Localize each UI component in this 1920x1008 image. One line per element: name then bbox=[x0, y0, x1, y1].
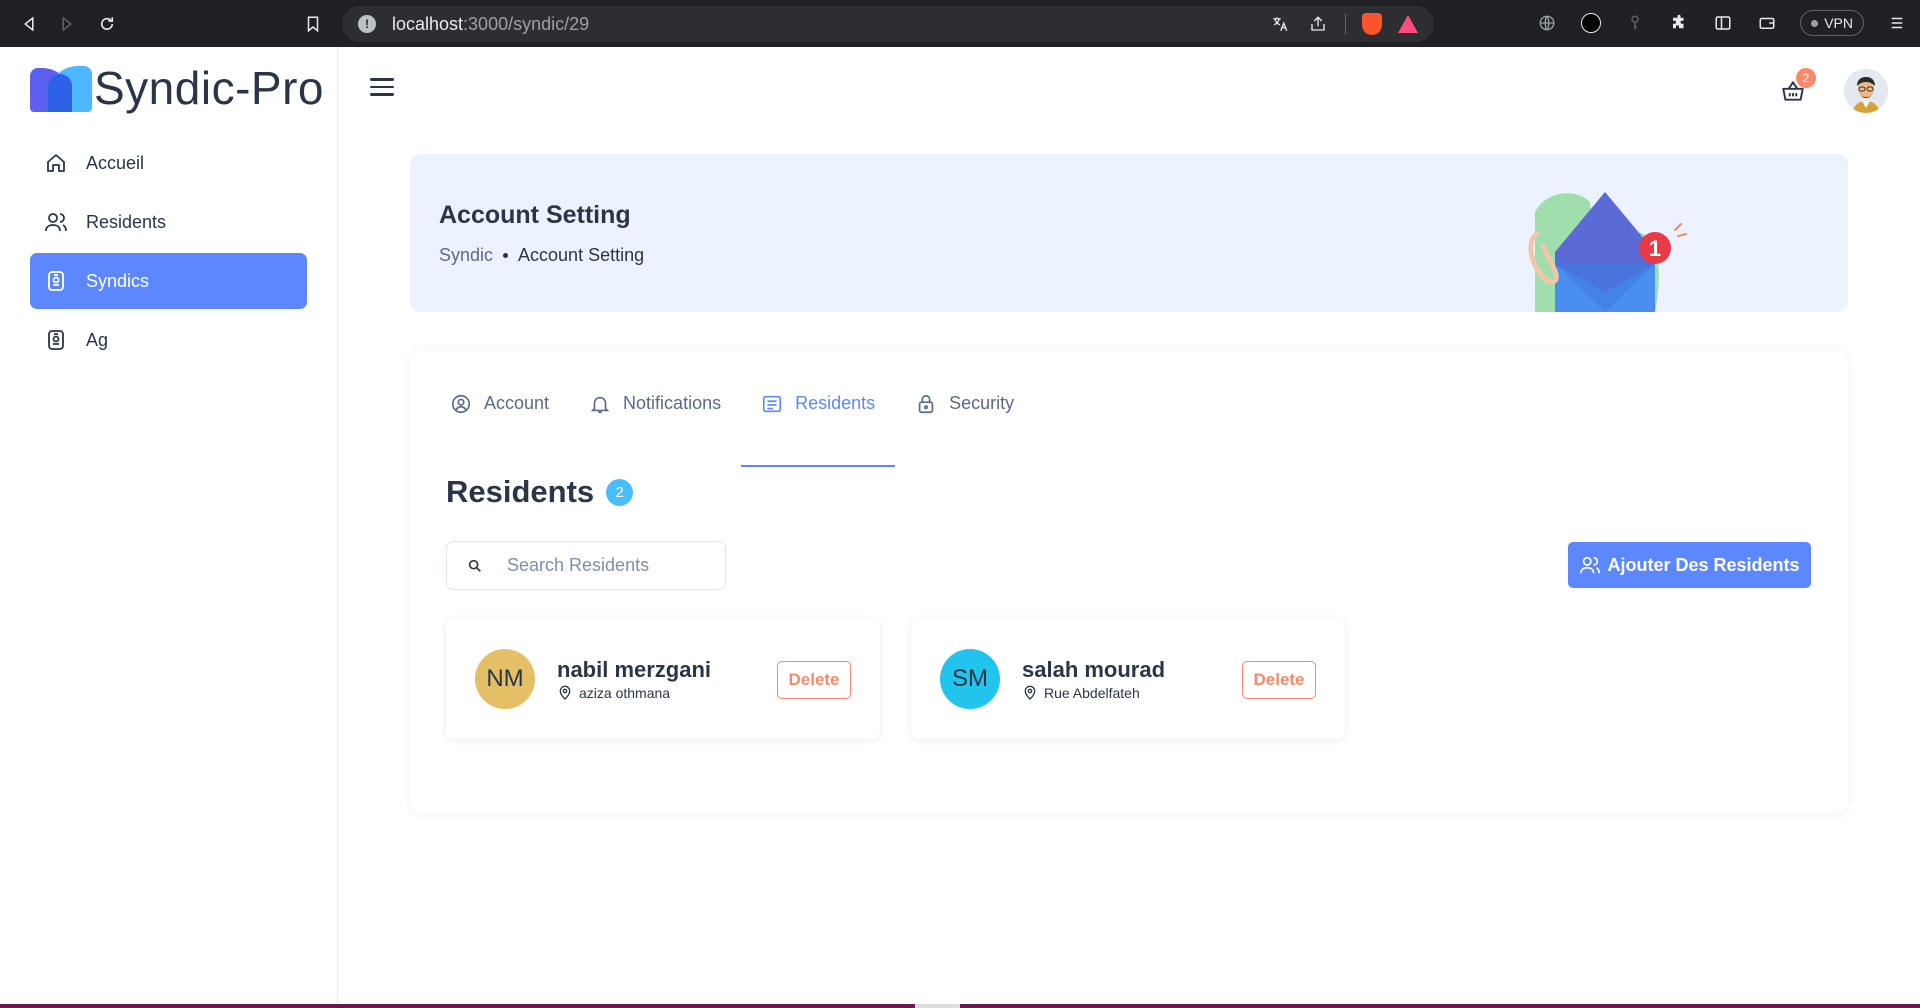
resident-name: nabil merzgani bbox=[557, 657, 712, 682]
sidebar-item-residents[interactable]: Residents bbox=[30, 194, 307, 250]
residents-heading: Residents 2 bbox=[446, 474, 634, 510]
scroll-thumb[interactable] bbox=[915, 1004, 960, 1008]
search-input[interactable] bbox=[507, 555, 707, 576]
envelope-badge-number: 1 bbox=[1649, 236, 1661, 261]
residents-title: Residents bbox=[446, 474, 595, 509]
forward-icon[interactable] bbox=[54, 11, 80, 37]
search-icon bbox=[468, 559, 481, 572]
sidebar-item-label: Syndics bbox=[86, 270, 150, 291]
tab-account[interactable]: Account bbox=[430, 381, 569, 467]
resident-avatar: NM bbox=[475, 649, 535, 709]
logo-text: Syndic-Pro bbox=[94, 62, 324, 114]
user-avatar[interactable] bbox=[1844, 69, 1888, 113]
bell-icon bbox=[590, 396, 610, 414]
sidebar-menu: Accueil Residents Syndics Ag bbox=[30, 135, 307, 371]
browser-menu-icon[interactable] bbox=[1886, 12, 1908, 34]
resident-avatar: SM bbox=[940, 649, 1000, 709]
cart-count-badge: 2 bbox=[1796, 68, 1816, 88]
settings-tabs: Account Notifications Residents Security bbox=[430, 381, 1034, 467]
sidebar-item-ag[interactable]: Ag bbox=[30, 312, 307, 368]
brave-rewards-icon[interactable] bbox=[1398, 15, 1418, 33]
page-header-banner: Account Setting Syndic Account Setting 1 bbox=[410, 154, 1848, 312]
settings-card: Account Notifications Residents Security… bbox=[410, 351, 1848, 813]
breadcrumb: Syndic Account Setting bbox=[439, 245, 644, 266]
breadcrumb-separator bbox=[503, 253, 509, 258]
browser-toolbar: ! localhost:3000/syndic/29 VPN bbox=[0, 0, 1920, 47]
search-box[interactable] bbox=[446, 541, 726, 590]
brave-shields-icon[interactable] bbox=[1362, 13, 1382, 35]
globe-icon[interactable] bbox=[1536, 12, 1558, 34]
sidebar-item-label: Accueil bbox=[86, 152, 145, 173]
delete-button[interactable]: Delete bbox=[1242, 661, 1316, 699]
sidebar-item-accueil[interactable]: Accueil bbox=[30, 135, 307, 191]
add-residents-button[interactable]: Ajouter Des Residents bbox=[1568, 542, 1811, 588]
key-icon[interactable] bbox=[1624, 12, 1646, 34]
extension-logo-icon[interactable] bbox=[1580, 12, 1602, 34]
sidebar-item-label: Residents bbox=[86, 211, 167, 232]
badge-icon bbox=[48, 271, 64, 291]
sidebar-item-syndics[interactable]: Syndics bbox=[30, 253, 307, 309]
tab-notifications[interactable]: Notifications bbox=[569, 381, 741, 467]
tab-label: Notifications bbox=[623, 393, 722, 413]
badge-icon bbox=[48, 330, 64, 350]
breadcrumb-item-current: Account Setting bbox=[518, 245, 645, 265]
resident-name: salah mourad bbox=[1022, 657, 1166, 682]
home-icon bbox=[47, 154, 65, 172]
user-circle-icon bbox=[451, 394, 471, 414]
logo-mark-icon bbox=[30, 64, 92, 112]
sidebar-item-label: Ag bbox=[86, 329, 109, 350]
list-icon bbox=[763, 395, 782, 413]
extensions-puzzle-icon[interactable] bbox=[1668, 12, 1690, 34]
tab-residents[interactable]: Residents bbox=[741, 381, 896, 467]
map-pin-icon bbox=[559, 685, 571, 700]
page-title: Account Setting bbox=[439, 201, 631, 229]
bookmark-icon[interactable] bbox=[300, 11, 326, 37]
sidebar-toggle-icon[interactable] bbox=[1712, 12, 1734, 34]
vpn-button[interactable]: VPN bbox=[1800, 10, 1864, 36]
resident-card: NM nabil merzgani aziza othmana Delete bbox=[446, 619, 880, 739]
address-bar[interactable]: ! localhost:3000/syndic/29 bbox=[342, 6, 1434, 42]
wallet-icon[interactable] bbox=[1756, 12, 1778, 34]
tab-label: Residents bbox=[795, 393, 876, 413]
users-icon bbox=[45, 213, 67, 232]
url-text: localhost:3000/syndic/29 bbox=[392, 13, 590, 34]
tab-label: Security bbox=[949, 393, 1015, 413]
vpn-status-dot bbox=[1811, 19, 1819, 27]
resident-location: aziza othmana bbox=[557, 685, 670, 701]
lock-icon bbox=[918, 394, 934, 414]
users-icon bbox=[1580, 556, 1601, 574]
reload-icon[interactable] bbox=[94, 11, 120, 37]
menu-toggle-icon[interactable] bbox=[370, 78, 394, 102]
resident-location-text: Rue Abdelfateh bbox=[1044, 685, 1140, 701]
residents-count-badge: 2 bbox=[606, 478, 634, 506]
resident-location: Rue Abdelfateh bbox=[1022, 685, 1140, 701]
back-icon[interactable] bbox=[16, 11, 42, 37]
envelope-illustration: 1 bbox=[1495, 172, 1715, 312]
share-icon[interactable] bbox=[1307, 13, 1329, 35]
sidebar: Syndic-Pro Accueil Residents Syndics Ag bbox=[0, 47, 338, 1008]
map-pin-icon bbox=[1024, 685, 1036, 700]
app-logo[interactable]: Syndic-Pro bbox=[30, 61, 324, 115]
window-bottom-border bbox=[0, 1004, 1920, 1008]
add-residents-label: Ajouter Des Residents bbox=[1607, 554, 1800, 575]
site-info-icon[interactable]: ! bbox=[358, 15, 376, 33]
resident-location-text: aziza othmana bbox=[579, 685, 671, 701]
tab-label: Account bbox=[484, 393, 550, 413]
tab-security[interactable]: Security bbox=[895, 381, 1034, 467]
delete-button[interactable]: Delete bbox=[777, 661, 851, 699]
breadcrumb-item-syndic[interactable]: Syndic bbox=[439, 245, 493, 266]
resident-card: SM salah mourad Rue Abdelfateh Delete bbox=[911, 619, 1345, 739]
translate-icon[interactable] bbox=[1269, 13, 1291, 35]
